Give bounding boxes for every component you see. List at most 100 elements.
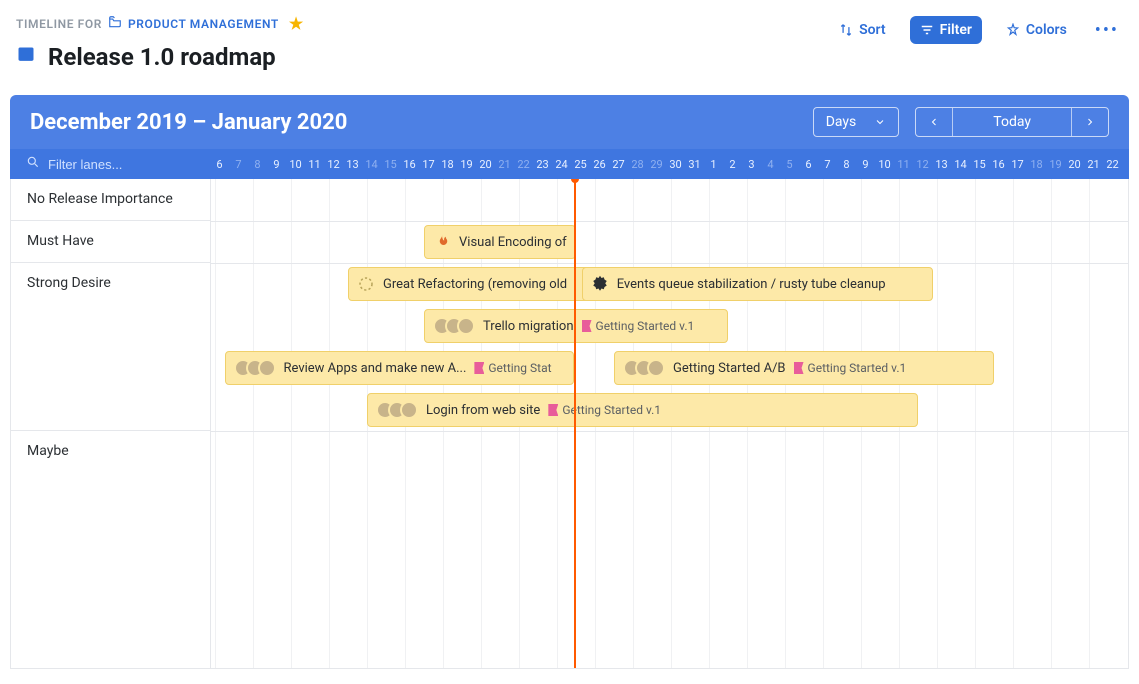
day-header: 6 bbox=[210, 158, 229, 171]
breadcrumb: Timeline for Product Management ★ bbox=[16, 14, 304, 33]
bar-title: Review Apps and make new A... bbox=[284, 361, 467, 376]
day-header: 17 bbox=[1008, 158, 1027, 171]
lane-column: No Release ImportanceMust HaveStrong Des… bbox=[11, 179, 211, 668]
day-strip: 6789101112131415161718192021222324252627… bbox=[210, 158, 1129, 171]
day-header: 9 bbox=[856, 158, 875, 171]
bar-title: Events queue stabilization / rusty tube … bbox=[617, 277, 886, 292]
bar-tag: Getting Stat bbox=[474, 361, 551, 375]
bar-title: Login from web site bbox=[426, 403, 540, 418]
day-header: 2 bbox=[723, 158, 742, 171]
day-header: 22 bbox=[1103, 158, 1122, 171]
date-nav: Today bbox=[915, 107, 1109, 137]
day-header: 21 bbox=[1084, 158, 1103, 171]
gear-icon bbox=[591, 275, 609, 293]
day-header: 21 bbox=[495, 158, 514, 171]
bar-tag: Getting Started v.1 bbox=[794, 361, 907, 375]
day-header: 10 bbox=[875, 158, 894, 171]
day-header: 27 bbox=[609, 158, 628, 171]
avatar-stack bbox=[376, 401, 418, 419]
avatar-stack bbox=[623, 359, 665, 377]
day-header: 8 bbox=[837, 158, 856, 171]
day-header: 16 bbox=[989, 158, 1008, 171]
filter-lanes-input[interactable] bbox=[48, 157, 188, 172]
day-header: 19 bbox=[457, 158, 476, 171]
day-header: 12 bbox=[324, 158, 343, 171]
timeline-bar[interactable]: Visual Encoding of bbox=[424, 225, 576, 259]
flag-icon bbox=[582, 320, 592, 332]
timeline-bar[interactable]: Great Refactoring (removing old bbox=[348, 267, 595, 301]
timeline-bar[interactable]: Login from web site Getting Started v.1 bbox=[367, 393, 918, 427]
timeline-bar[interactable]: Getting Started A/BGetting Started v.1 bbox=[614, 351, 994, 385]
day-header: 1 bbox=[704, 158, 723, 171]
more-icon[interactable]: ••• bbox=[1091, 20, 1123, 41]
colors-button[interactable]: Colors bbox=[996, 16, 1077, 44]
timeline-bar[interactable]: Events queue stabilization / rusty tube … bbox=[582, 267, 934, 301]
chart-area[interactable]: Visual Encoding of Great Refactoring (rem… bbox=[211, 179, 1128, 668]
day-header: 12 bbox=[913, 158, 932, 171]
bar-title: Great Refactoring (removing old bbox=[383, 277, 567, 292]
avatar-stack bbox=[234, 359, 276, 377]
lane-label: Strong Desire bbox=[11, 263, 210, 431]
fire-icon bbox=[433, 233, 451, 251]
day-header: 15 bbox=[381, 158, 400, 171]
granularity-label: Days bbox=[826, 114, 857, 130]
breadcrumb-folder-link[interactable]: Product Management bbox=[128, 17, 279, 31]
granularity-select[interactable]: Days bbox=[813, 107, 900, 137]
lane-label: Must Have bbox=[11, 221, 210, 263]
day-header: 18 bbox=[1027, 158, 1046, 171]
day-header: 13 bbox=[932, 158, 951, 171]
filter-button[interactable]: Filter bbox=[910, 16, 982, 44]
day-header: 11 bbox=[894, 158, 913, 171]
day-header: 28 bbox=[628, 158, 647, 171]
flag-icon bbox=[548, 404, 558, 416]
day-header: 14 bbox=[362, 158, 381, 171]
today-line bbox=[574, 179, 576, 668]
day-header: 20 bbox=[1065, 158, 1084, 171]
day-header: 10 bbox=[286, 158, 305, 171]
search-icon bbox=[26, 155, 40, 173]
flag-icon bbox=[794, 362, 804, 374]
bar-title: Visual Encoding of bbox=[459, 235, 567, 250]
bar-tag: Getting Started v.1 bbox=[582, 319, 695, 333]
day-header: 6 bbox=[799, 158, 818, 171]
lane-label: No Release Importance bbox=[11, 179, 210, 221]
bar-tag: Getting Started v.1 bbox=[548, 403, 661, 417]
day-header: 4 bbox=[761, 158, 780, 171]
day-header: 20 bbox=[476, 158, 495, 171]
day-header: 29 bbox=[647, 158, 666, 171]
colors-label: Colors bbox=[1026, 22, 1067, 38]
day-header: 14 bbox=[951, 158, 970, 171]
day-header: 7 bbox=[229, 158, 248, 171]
day-header: 24 bbox=[552, 158, 571, 171]
day-header: 25 bbox=[571, 158, 590, 171]
day-header: 31 bbox=[685, 158, 704, 171]
day-header: 23 bbox=[533, 158, 552, 171]
day-header: 30 bbox=[666, 158, 685, 171]
chevron-down-icon bbox=[874, 116, 886, 128]
timeline-bar[interactable]: Review Apps and make new A... Getting Sta… bbox=[225, 351, 575, 385]
next-button[interactable] bbox=[1072, 108, 1108, 136]
day-header: 26 bbox=[590, 158, 609, 171]
day-header: 7 bbox=[818, 158, 837, 171]
day-header: 3 bbox=[742, 158, 761, 171]
day-header: 22 bbox=[514, 158, 533, 171]
day-header: 5 bbox=[780, 158, 799, 171]
range-title: December 2019 – January 2020 bbox=[30, 110, 347, 135]
day-header: 18 bbox=[438, 158, 457, 171]
prev-button[interactable] bbox=[916, 108, 952, 136]
sort-label: Sort bbox=[859, 22, 886, 38]
page-title: Release 1.0 roadmap bbox=[48, 43, 276, 71]
day-header: 8 bbox=[248, 158, 267, 171]
star-icon[interactable]: ★ bbox=[289, 14, 304, 33]
today-button[interactable]: Today bbox=[952, 108, 1072, 136]
folder-icon bbox=[108, 15, 122, 32]
loading-icon bbox=[357, 275, 375, 293]
day-header: 15 bbox=[970, 158, 989, 171]
today-label: Today bbox=[993, 114, 1031, 130]
range-bar: December 2019 – January 2020 Days Today bbox=[10, 95, 1129, 149]
day-header: 16 bbox=[400, 158, 419, 171]
timeline: December 2019 – January 2020 Days Today bbox=[10, 95, 1129, 669]
day-header: 9 bbox=[267, 158, 286, 171]
day-header: 17 bbox=[419, 158, 438, 171]
sort-button[interactable]: Sort bbox=[829, 16, 896, 44]
